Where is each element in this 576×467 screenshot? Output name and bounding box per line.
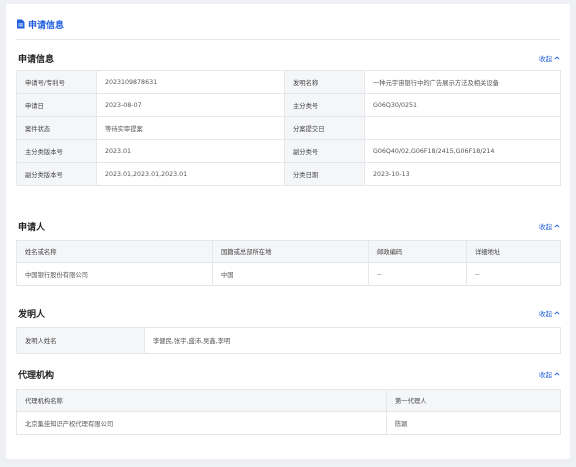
cell-value: 中国 <box>212 262 369 286</box>
cell-label: 案件状态 <box>16 116 97 140</box>
table-row: 中国银行股份有限公司 中国 -- -- <box>16 262 561 286</box>
inventor-table: 发明人姓名 李健民,张宇,盛沛,吴鑫,李明 <box>16 327 561 354</box>
column-header: 姓名或名称 <box>16 240 213 263</box>
collapse-button-applicant[interactable]: 收起 <box>539 221 560 231</box>
chevron-up-icon <box>554 370 560 378</box>
column-header: 代理机构名称 <box>16 389 387 412</box>
cell-value: G06Q30/0251 <box>364 93 561 117</box>
column-header: 详细地址 <box>466 240 561 263</box>
chevron-up-icon <box>554 222 560 230</box>
cell-label: 发明名称 <box>284 70 365 94</box>
chevron-up-icon <box>554 309 560 317</box>
table-row: 申请号/专利号 2023109878631 发明名称 一种元宇宙银行中的广告展示… <box>16 70 561 94</box>
cell-label: 副分类号 <box>284 139 365 163</box>
cell-value: -- <box>368 262 467 286</box>
collapse-label: 收起 <box>539 223 552 231</box>
column-header: 国籍或总部所在地 <box>212 240 369 263</box>
cell-value: 一种元宇宙银行中的广告展示方法及相关设备 <box>364 70 561 94</box>
document-icon <box>16 19 25 29</box>
page-header: 申请信息 <box>16 16 64 32</box>
section-title-agency: 代理机构 <box>18 371 55 381</box>
agency-table: 代理机构名称 第一代理人 北京集佳知识产权代理有限公司 陈颖 <box>16 389 561 435</box>
table-row: 案件状态 等待实审提案 分案提交日 <box>16 116 561 140</box>
cell-value: 李健民,张宇,盛沛,吴鑫,李明 <box>144 327 561 354</box>
cell-value: 2023109878631 <box>96 70 285 94</box>
application-info-table: 申请号/专利号 2023109878631 发明名称 一种元宇宙银行中的广告展示… <box>16 70 561 186</box>
cell-label: 分案提交日 <box>284 116 365 140</box>
cell-value: 中国银行股份有限公司 <box>16 262 213 286</box>
section-title-inventor: 发明人 <box>18 310 46 320</box>
cell-label: 副分类版本号 <box>16 162 97 186</box>
section-title-applicant: 申请人 <box>18 223 46 233</box>
collapse-label: 收起 <box>539 55 552 63</box>
chevron-up-icon <box>554 54 560 62</box>
cell-value: 陈颖 <box>386 411 561 435</box>
cell-label: 申请号/专利号 <box>16 70 97 94</box>
table-row: 北京集佳知识产权代理有限公司 陈颖 <box>16 411 561 435</box>
table-header-row: 代理机构名称 第一代理人 <box>16 389 561 412</box>
collapse-label: 收起 <box>539 371 552 379</box>
content-card: 申请信息 申请信息 收起 申请号/专利号 2023109878631 发明名称 … <box>6 4 570 459</box>
collapse-button-agency[interactable]: 收起 <box>539 369 560 379</box>
page-title: 申请信息 <box>28 20 65 31</box>
collapse-button-inventor[interactable]: 收起 <box>539 308 560 318</box>
cell-value: 2023.01,2023.01,2023.01 <box>96 162 285 186</box>
cell-value: 2023.01 <box>96 139 285 163</box>
cell-value: 2023-08-07 <box>96 93 285 117</box>
table-row: 发明人姓名 李健民,张宇,盛沛,吴鑫,李明 <box>16 327 561 354</box>
divider <box>16 39 560 40</box>
section-title-application: 申请信息 <box>18 55 55 65</box>
table-row: 副分类版本号 2023.01,2023.01,2023.01 分类日期 2023… <box>16 162 561 186</box>
applicant-table: 姓名或名称 国籍或总部所在地 邮政编码 详细地址 中国银行股份有限公司 中国 -… <box>16 240 561 286</box>
cell-label: 主分类版本号 <box>16 139 97 163</box>
cell-label: 申请日 <box>16 93 97 117</box>
collapse-label: 收起 <box>539 310 552 318</box>
cell-value <box>364 116 561 140</box>
table-header-row: 姓名或名称 国籍或总部所在地 邮政编码 详细地址 <box>16 240 561 263</box>
cell-value: G06Q40/02,G06F18/2415,G06F18/214 <box>364 139 561 163</box>
cell-label: 主分类号 <box>284 93 365 117</box>
cell-label: 分类日期 <box>284 162 365 186</box>
collapse-button-application[interactable]: 收起 <box>539 53 560 63</box>
cell-value: 等待实审提案 <box>96 116 285 140</box>
cell-value: 北京集佳知识产权代理有限公司 <box>16 411 387 435</box>
cell-value: 2023-10-13 <box>364 162 561 186</box>
table-row: 申请日 2023-08-07 主分类号 G06Q30/0251 <box>16 93 561 117</box>
column-header: 第一代理人 <box>386 389 561 412</box>
cell-value: -- <box>466 262 561 286</box>
column-header: 邮政编码 <box>368 240 467 263</box>
cell-label: 发明人姓名 <box>16 327 145 354</box>
table-row: 主分类版本号 2023.01 副分类号 G06Q40/02,G06F18/241… <box>16 139 561 163</box>
